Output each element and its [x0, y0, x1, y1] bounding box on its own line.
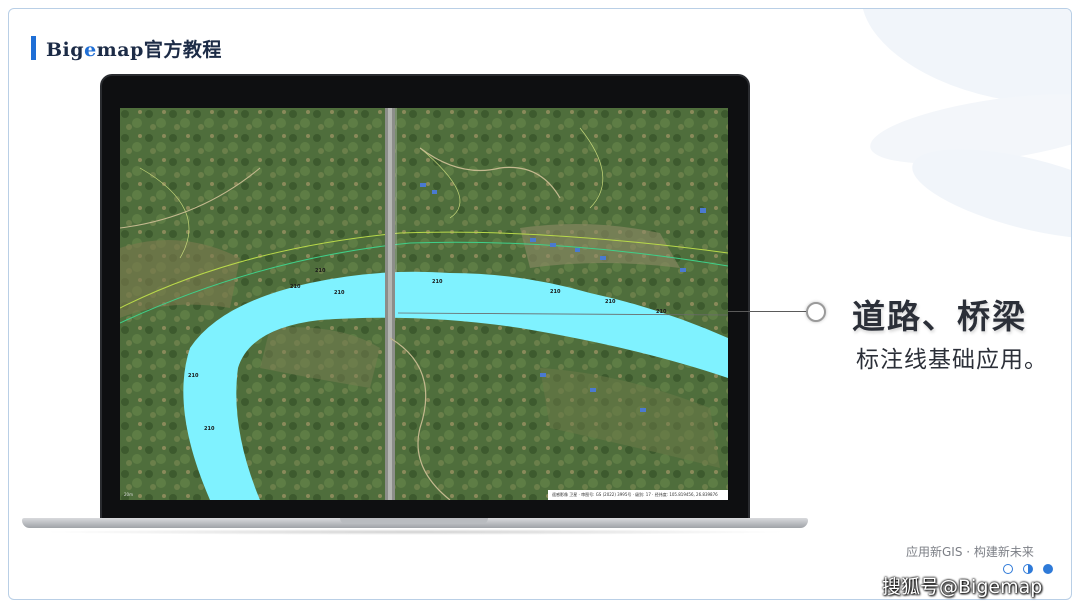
callout-line — [728, 311, 808, 312]
title-text: Bigemap官方教程 — [46, 38, 222, 61]
contour-label: 210 — [188, 373, 199, 379]
callout-headline: 道路、桥梁 — [852, 297, 1027, 336]
contour-label: 210 — [334, 290, 345, 296]
page-dot-active[interactable] — [1043, 564, 1053, 574]
title-accent-bar — [31, 36, 36, 60]
contour-label: 210 — [204, 426, 215, 432]
map-status-bar: 遥感影像 卫星 · 审图号: GS (2022) 3995号 · 级别: 17 … — [548, 490, 728, 500]
contour-label: 210 — [550, 289, 561, 295]
footer-slogan: 应用新GIS · 构建新未来 — [906, 545, 1034, 559]
laptop-screen: 210 210 210 210 210 210 210 210 210 20m … — [100, 74, 750, 522]
contour-label: 210 — [432, 279, 443, 285]
laptop-notch — [340, 518, 488, 524]
watermark: 搜狐号@Bigemap — [882, 576, 1043, 598]
laptop-shadow — [40, 529, 790, 535]
map-canvas[interactable]: 210 210 210 210 210 210 210 210 210 — [120, 108, 728, 500]
callout-subline: 标注线基础应用。 — [856, 347, 1048, 373]
contour-label: 210 — [315, 268, 326, 274]
contour-label: 210 — [290, 284, 301, 290]
contour-label: 210 — [605, 299, 616, 305]
slide-title: Bigemap官方教程 — [31, 36, 222, 61]
contour-label: 210 — [656, 309, 667, 315]
map-scale: 20m — [124, 492, 133, 497]
satellite-map[interactable]: 210 210 210 210 210 210 210 210 210 20m … — [120, 108, 728, 500]
callout-dot — [806, 302, 826, 322]
